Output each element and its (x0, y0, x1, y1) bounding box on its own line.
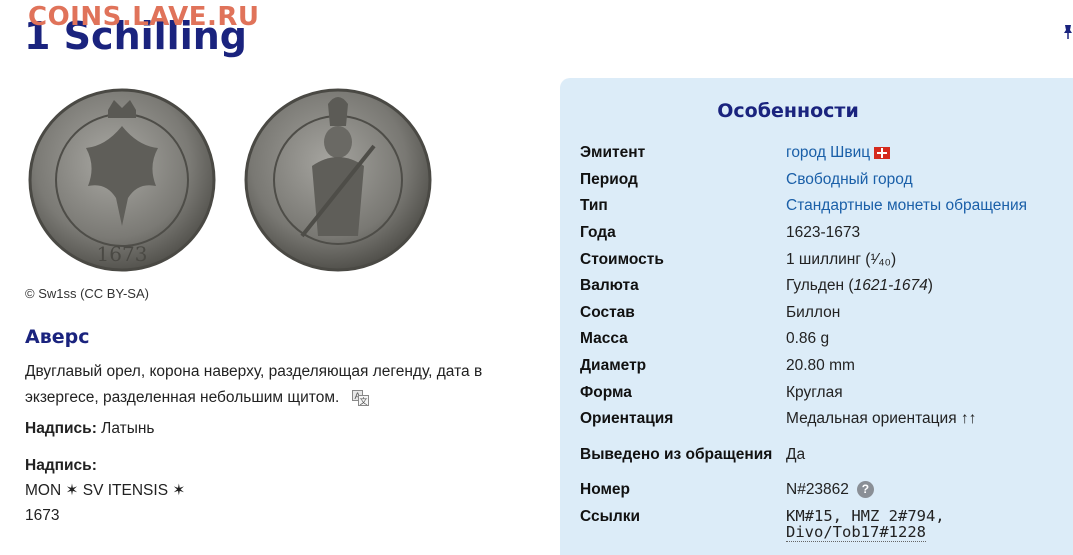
row-key-type: Тип (580, 197, 608, 215)
table-row: Состав Биллон (580, 300, 1070, 327)
table-row: Стоимость 1 шиллинг (¹⁄₄₀) (580, 246, 1070, 273)
features-panel: Особенности Эмитент город Швиц Период Св… (560, 78, 1073, 555)
table-row: Ссылки KM#15, HMZ 2#794, Divo/Tob17#1228 (580, 503, 1070, 543)
currency-name: Гульден (786, 277, 845, 295)
row-key-shape: Форма (580, 383, 632, 401)
obverse-lettering: Надпись: MON ✶ SV ITENSIS ✶ 1673 (25, 453, 185, 528)
period-link[interactable]: Свободный город (786, 171, 913, 188)
row-key-weight: Масса (580, 330, 628, 348)
obverse-description-text: Двуглавый орел, корона наверху, разделяю… (25, 363, 483, 406)
weight-value: 0.86 g (786, 330, 830, 348)
table-row: Период Свободный город (580, 167, 1070, 194)
table-row: Тип Стандартные монеты обращения (580, 193, 1070, 220)
table-row: Выведено из обращения Да (580, 433, 1070, 477)
row-key-demonetized: Выведено из обращения (580, 446, 773, 464)
svg-text:文: 文 (359, 396, 367, 406)
row-key-period: Период (580, 170, 638, 188)
features-table: Эмитент город Швиц Период Свободный горо… (580, 140, 1070, 543)
years-value: 1623-1673 (786, 224, 861, 242)
value-value: 1 шиллинг (¹⁄₄₀) (786, 250, 897, 268)
table-row: Форма Круглая (580, 379, 1070, 406)
row-key-value: Стоимость (580, 250, 664, 268)
script-label: Надпись: (25, 420, 97, 437)
svg-text:1673: 1673 (97, 242, 148, 266)
row-key-issuer: Эмитент (580, 144, 646, 162)
lettering-label: Надпись: (25, 457, 97, 474)
row-key-references: Ссылки (580, 508, 640, 526)
pin-icon[interactable] (1062, 24, 1073, 40)
lettering-line-2: 1673 (25, 507, 60, 524)
row-key-years: Года (580, 224, 616, 242)
help-icon[interactable]: ? (856, 481, 874, 499)
references-line-1: KM#15, HMZ 2#794, (786, 507, 945, 526)
obverse-heading: Аверс (25, 326, 90, 348)
currency-years: 1621-1674 (853, 277, 928, 295)
lettering-line-1: MON ✶ SV ITENSIS ✶ (25, 482, 186, 499)
watermark: COINS.LAVE.RU (28, 2, 260, 32)
orientation-value: Медальная ориентация ↑↑ (786, 410, 977, 428)
table-row: Валюта Гульден (1621-1674) (580, 273, 1070, 300)
currency-value: Гульден (1621-1674) (786, 277, 933, 295)
references-line-2[interactable]: Divo/Tob17#1228 (786, 523, 926, 543)
table-row: Номер N#23862? (580, 477, 1070, 504)
table-row: Эмитент город Швиц (580, 140, 1070, 167)
swiss-flag-icon (874, 147, 891, 160)
row-key-composition: Состав (580, 303, 635, 321)
issuer-link[interactable]: город Швиц (786, 144, 870, 161)
number-value: N#23862 (786, 480, 849, 498)
demonetized-value: Да (786, 445, 806, 463)
table-row: Масса 0.86 g (580, 326, 1070, 353)
row-key-diameter: Диаметр (580, 357, 647, 375)
coin-reverse-image[interactable] (242, 86, 434, 274)
row-key-number: Номер (580, 480, 631, 498)
table-row: Ориентация Медальная ориентация ↑↑ (580, 406, 1070, 433)
shape-value: Круглая (786, 383, 843, 401)
coin-obverse-image[interactable]: 1673 (26, 86, 218, 274)
coin-images: 1673 (26, 86, 526, 276)
table-row: Диаметр 20.80 mm (580, 353, 1070, 380)
type-link[interactable]: Стандартные монеты обращения (786, 197, 1027, 214)
script-value: Латынь (101, 420, 155, 437)
image-credit[interactable]: © Sw1ss (CC BY-SA) (25, 286, 149, 301)
composition-value: Биллон (786, 303, 841, 321)
table-row: Года 1623-1673 (580, 220, 1070, 247)
row-key-currency: Валюта (580, 277, 639, 295)
diameter-value: 20.80 mm (786, 357, 855, 375)
obverse-script: Надпись: Латынь (25, 420, 155, 438)
row-key-orientation: Ориентация (580, 410, 674, 428)
translate-icon[interactable]: A 文 (351, 389, 369, 406)
features-title: Особенности (717, 100, 859, 122)
obverse-description: Двуглавый орел, корона наверху, разделяю… (25, 359, 525, 411)
